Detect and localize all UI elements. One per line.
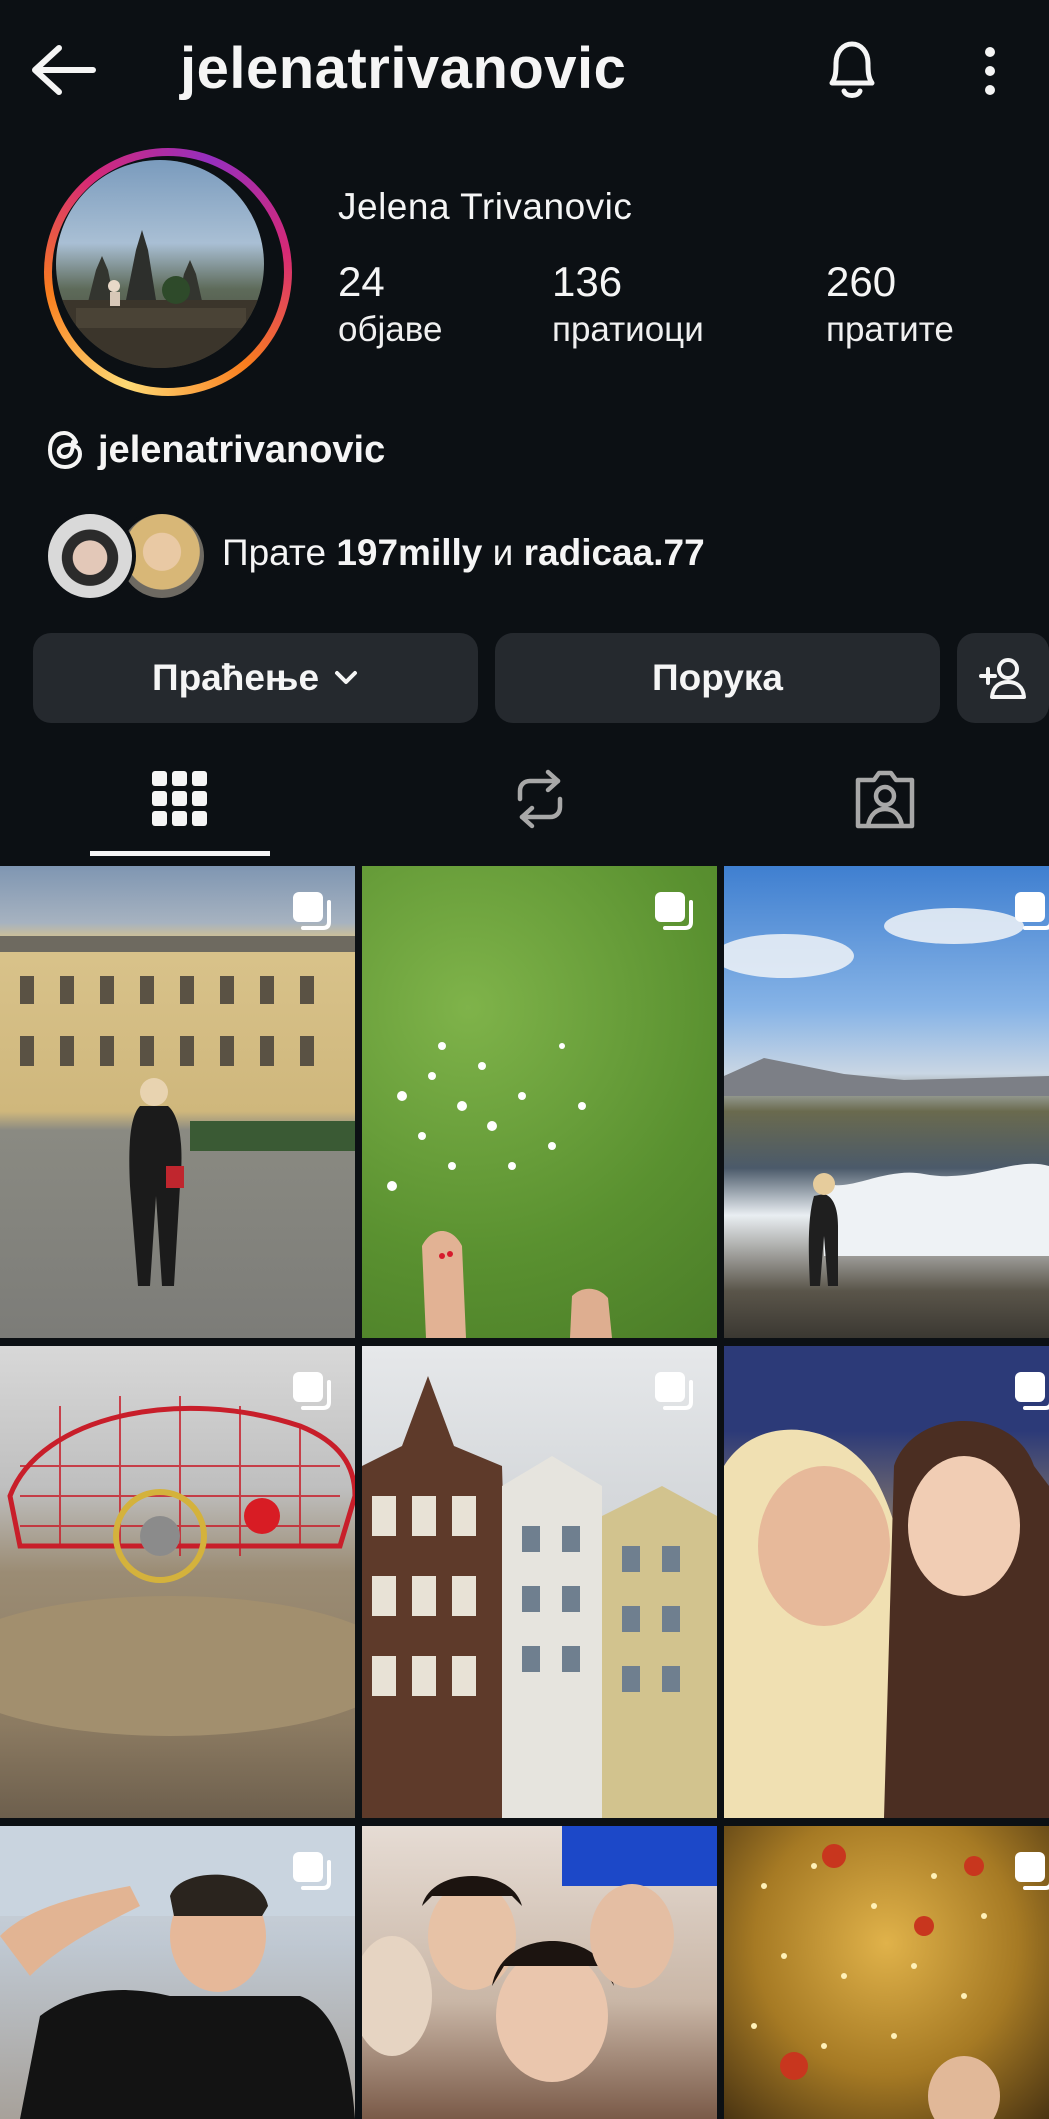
post-image bbox=[362, 1826, 717, 2082]
threads-link[interactable]: jelenatrivanovic bbox=[46, 428, 385, 472]
avatar bbox=[56, 160, 264, 368]
mutual-followers-avatars[interactable] bbox=[44, 510, 208, 602]
tagged-person-icon bbox=[855, 770, 914, 829]
suggest-people-button[interactable] bbox=[957, 633, 1049, 723]
post-image bbox=[724, 908, 1049, 1286]
following-label: Праћење bbox=[151, 657, 320, 698]
threads-handle: jelenatrivanovic bbox=[98, 428, 386, 471]
tab-tagged[interactable] bbox=[720, 740, 1049, 858]
multiple-photos-icon bbox=[1015, 1852, 1049, 1890]
multiple-photos-icon bbox=[1015, 892, 1049, 930]
arrow-left-icon bbox=[32, 45, 96, 95]
stat-followers-count: 136 bbox=[552, 258, 623, 305]
stat-posts-count: 24 bbox=[338, 258, 385, 305]
post-image bbox=[0, 1396, 355, 1736]
post-image bbox=[0, 936, 355, 1286]
multiple-photos-icon bbox=[293, 1852, 331, 1890]
mutual-followers-text[interactable]: Прате 197milly и radicaa.77 bbox=[222, 532, 705, 574]
following-button[interactable]: Праћење bbox=[33, 633, 478, 723]
stat-followers[interactable]: 136 пратиоци bbox=[552, 258, 704, 350]
post-image bbox=[362, 1376, 717, 1818]
back-button[interactable] bbox=[24, 30, 104, 110]
chevron-down-icon bbox=[335, 671, 358, 684]
add-user-icon bbox=[979, 658, 1026, 699]
stat-following-label: пратите bbox=[826, 310, 954, 349]
more-vertical-icon bbox=[985, 47, 995, 95]
mutual-follower-1[interactable]: 197milly bbox=[336, 532, 482, 573]
stat-posts-label: објаве bbox=[338, 310, 443, 349]
stat-following-count: 260 bbox=[826, 258, 897, 305]
post-image bbox=[751, 1844, 1000, 2119]
grid-post[interactable] bbox=[724, 1826, 1049, 2119]
stat-posts[interactable]: 24 објаве bbox=[338, 258, 442, 350]
multiple-photos-icon bbox=[293, 892, 331, 930]
more-options-button[interactable] bbox=[962, 34, 1018, 108]
multiple-photos-icon bbox=[293, 1372, 331, 1410]
stat-followers-label: пратиоци bbox=[552, 310, 704, 349]
mutual-follower-2[interactable]: radicaa.77 bbox=[524, 532, 705, 573]
profile-username-title: jelenatrivanovic bbox=[180, 36, 627, 101]
profile-avatar-story-ring[interactable] bbox=[44, 148, 292, 396]
message-button[interactable]: Порука bbox=[495, 633, 940, 723]
repost-icon bbox=[517, 769, 563, 829]
multiple-photos-icon bbox=[655, 892, 693, 930]
tab-reposts[interactable] bbox=[360, 740, 720, 858]
active-tab-indicator bbox=[90, 851, 270, 856]
multiple-photos-icon bbox=[1015, 1372, 1049, 1410]
grid-post[interactable] bbox=[362, 1346, 717, 1818]
bell-icon bbox=[829, 41, 875, 98]
grid-post[interactable] bbox=[362, 866, 717, 1338]
followed-by-prefix: Прате bbox=[222, 532, 327, 573]
grid-post[interactable] bbox=[0, 1826, 355, 2119]
profile-full-name: Jelena Trivanovic bbox=[338, 186, 633, 227]
tab-posts[interactable] bbox=[0, 740, 360, 858]
grid-post[interactable] bbox=[362, 1826, 717, 2119]
threads-icon bbox=[47, 430, 83, 470]
notifications-button[interactable] bbox=[810, 28, 894, 112]
followed-by-conj: и bbox=[492, 532, 514, 573]
post-image bbox=[724, 1421, 1049, 1818]
grid-post[interactable] bbox=[724, 1346, 1049, 1818]
grid-icon bbox=[152, 771, 207, 826]
grid-post[interactable] bbox=[0, 1346, 355, 1818]
post-image bbox=[387, 1042, 612, 1338]
multiple-photos-icon bbox=[655, 1372, 693, 1410]
message-label: Порука bbox=[652, 657, 783, 698]
stat-following[interactable]: 260 пратите bbox=[826, 258, 954, 350]
grid-post[interactable] bbox=[0, 866, 355, 1338]
grid-post[interactable] bbox=[724, 866, 1049, 1338]
avatar bbox=[44, 510, 136, 602]
